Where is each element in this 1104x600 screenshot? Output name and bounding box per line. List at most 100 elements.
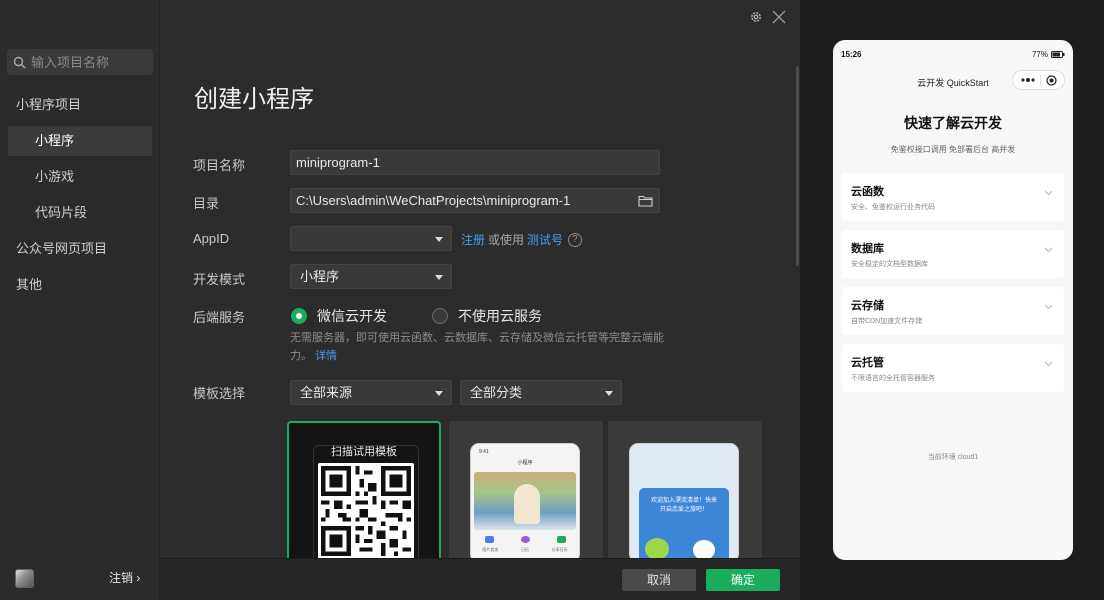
directory-input[interactable]: C:\Users\admin\WeChatProjects\miniprogra… [290, 188, 660, 213]
template-card-qr[interactable]: 扫描试用模板 [287, 421, 441, 558]
radio-no-cloud-label: 不使用云服务 [458, 308, 542, 324]
radio-cloud-label: 微信云开发 [317, 308, 387, 324]
appid-links: 注册 或使用 测试号 ? [461, 231, 583, 248]
mini-tab-label: 图片首发 [482, 547, 499, 552]
person-figure [514, 484, 540, 524]
source-value: 全部来源 [300, 385, 353, 400]
card-title: 云函数 [851, 186, 884, 198]
template-card-love[interactable]: 欢迎加入漂流清单！快来开启恋爱之旅吧！ [608, 421, 762, 558]
or-use-text: 或使用 [488, 233, 525, 247]
env-text: 当前环境 cloud1 [927, 454, 979, 461]
mini-tab-label: 日历 [520, 547, 529, 552]
card-title: 云存储 [851, 300, 884, 312]
bottom-bar: 取消 确定 [160, 558, 800, 600]
dev-mode-select[interactable]: 小程序 [290, 264, 452, 289]
mini-time: 9:41 [479, 449, 489, 455]
avatar[interactable] [15, 569, 34, 588]
status-time: 15:26 [841, 50, 862, 59]
card-cloud-hosting[interactable]: 云托管 不限语言的全托管容器服务 [842, 344, 1064, 392]
search-box[interactable] [7, 49, 153, 75]
hero-title: 快速了解云开发 [904, 115, 1002, 131]
green-blob-icon [645, 538, 669, 558]
template-qr-title: 扫描试用模板 [331, 446, 397, 458]
template-card-photo[interactable]: 9:41 小程序 图片首发 日历 分享日历 [449, 421, 603, 558]
folder-icon[interactable] [638, 194, 653, 207]
confirm-button[interactable]: 确定 [706, 569, 780, 591]
chevron-down-icon [435, 275, 443, 280]
mini-icons [471, 536, 579, 543]
search-input[interactable] [31, 54, 149, 70]
test-account-link[interactable]: 测试号 [527, 231, 563, 248]
search-icon [13, 56, 26, 68]
template-phone-preview: 9:41 小程序 图片首发 日历 分享日历 [470, 443, 580, 558]
card-database[interactable]: 数据库 安全稳定的文档型数据库 [842, 230, 1064, 278]
card-desc: 不限语言的全托管容器服务 [851, 375, 935, 382]
status-bar: 15:26 77% [833, 40, 1073, 66]
sidebar-item-code-snippet[interactable]: 代码片段 [8, 198, 152, 228]
page-title: 创建小程序 [194, 86, 314, 113]
battery-status: 77% [1032, 50, 1065, 59]
source-select[interactable]: 全部来源 [290, 380, 452, 405]
directory-label: 目录 [193, 196, 220, 211]
logout-button[interactable]: 注销 › [109, 569, 140, 586]
share-icon [556, 536, 566, 543]
card-desc: 安全、免鉴权运行业务代码 [851, 204, 935, 211]
close-icon[interactable] [772, 10, 786, 24]
chevron-down-icon [1044, 190, 1053, 196]
chevron-down-icon [435, 391, 443, 396]
card-title: 数据库 [851, 243, 884, 255]
details-link[interactable]: 详情 [315, 350, 337, 362]
scrollbar[interactable] [796, 66, 799, 266]
directory-value: C:\Users\admin\WeChatProjects\miniprogra… [296, 193, 571, 208]
dev-mode-label: 开发模式 [193, 272, 246, 287]
appid-select[interactable] [290, 226, 452, 251]
gear-icon[interactable] [749, 10, 763, 24]
dev-mode-value: 小程序 [300, 269, 340, 284]
backend-hint-text: 无需服务器，即可使用云函数、云数据库、云存储及微信云托管等完整云端能力。 [290, 332, 664, 362]
category-value: 全部分类 [470, 385, 523, 400]
main-panel: 创建小程序 项目名称 miniprogram-1 目录 C:\Users\adm… [160, 0, 800, 600]
sidebar-item-miniprogram[interactable]: 小程序 [8, 126, 152, 156]
chevron-down-icon [1044, 247, 1053, 253]
sidebar-item-miniprogram-projects[interactable]: 小程序项目 [8, 90, 152, 120]
battery-percent: 77% [1031, 50, 1048, 59]
chevron-down-icon [605, 391, 613, 396]
radio-unchecked-icon [432, 308, 448, 324]
radio-no-cloud[interactable]: 不使用云服务 [432, 306, 542, 326]
sidebar-item-minigame[interactable]: 小游戏 [8, 162, 152, 192]
sidebar-item-other[interactable]: 其他 [8, 270, 152, 300]
card-title: 云托管 [851, 357, 884, 369]
register-link[interactable]: 注册 [461, 231, 485, 248]
template-phone-preview: 欢迎加入漂流清单！快来开启恋爱之旅吧！ [629, 443, 739, 558]
sidebar: 小程序项目 小程序 小游戏 代码片段 公众号网页项目 其他 注销 › [0, 0, 160, 600]
help-icon[interactable]: ? [568, 232, 583, 247]
radio-cloud[interactable]: 微信云开发 [291, 306, 387, 326]
capsule-divider [1039, 74, 1041, 86]
video-icon [484, 536, 494, 543]
banner-text: 欢迎加入漂流清单！快来开启恋爱之旅吧！ [650, 498, 717, 513]
project-name-label: 项目名称 [193, 158, 246, 173]
battery-icon [1051, 51, 1065, 58]
chevron-down-icon [1044, 361, 1053, 367]
card-storage[interactable]: 云存储 自带CDN加速文件存储 [842, 287, 1064, 335]
radio-checked-icon [291, 308, 307, 324]
sidebar-item-official-account[interactable]: 公众号网页项目 [8, 234, 152, 264]
mini-title: 小程序 [517, 460, 533, 466]
project-name-input[interactable]: miniprogram-1 [290, 150, 660, 175]
chevron-down-icon [1044, 304, 1053, 310]
white-blob-icon [693, 540, 715, 558]
record-icon[interactable] [1045, 74, 1057, 86]
card-desc: 安全稳定的文档型数据库 [851, 261, 928, 268]
cancel-button[interactable]: 取消 [622, 569, 696, 591]
more-icon[interactable] [1020, 78, 1035, 82]
card-desc: 自带CDN加速文件存储 [851, 318, 923, 325]
category-select[interactable]: 全部分类 [460, 380, 622, 405]
phone-preview: 15:26 77% 云开发 QuickStart 快速了解云开发 免鉴权接口调用… [833, 40, 1073, 560]
appid-label: AppID [193, 231, 230, 246]
mini-tab-labels: 图片首发 日历 分享日历 [471, 547, 579, 553]
backend-hint: 无需服务器，即可使用云函数、云数据库、云存储及微信云托管等完整云端能力。 详情 [290, 329, 670, 365]
capsule-button[interactable] [1012, 70, 1065, 90]
mini-banner: 欢迎加入漂流清单！快来开启恋爱之旅吧！ [639, 488, 729, 558]
hero-subtitle: 免鉴权接口调用 免部署后台 高并发 [890, 145, 1016, 154]
card-cloud-function[interactable]: 云函数 安全、免鉴权运行业务代码 [842, 173, 1064, 221]
